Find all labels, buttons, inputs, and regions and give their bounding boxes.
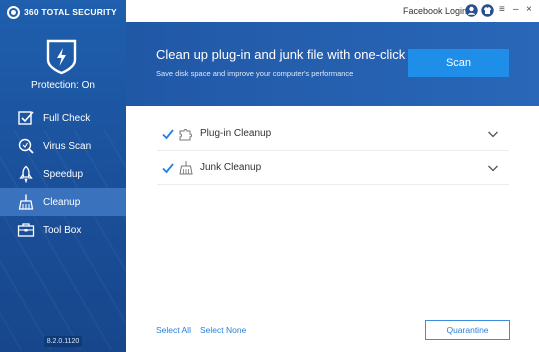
- select-all-link[interactable]: Select All: [156, 325, 191, 335]
- sidebar-item-full-check[interactable]: Full Check: [0, 104, 126, 132]
- sidebar-item-label: Full Check: [43, 112, 91, 124]
- sidebar-item-label: Virus Scan: [43, 140, 92, 152]
- checkmark-icon[interactable]: [162, 162, 174, 174]
- minimize-button[interactable]: –: [513, 4, 519, 16]
- title-bar: Facebook Login ≡ – ×: [126, 0, 539, 22]
- banner-subtitle: Save disk space and improve your compute…: [156, 69, 354, 78]
- sidebar-item-label: Tool Box: [43, 224, 82, 236]
- chevron-down-icon[interactable]: [487, 162, 499, 174]
- list-item-junk-cleanup[interactable]: Junk Cleanup: [157, 151, 509, 185]
- version-label: 8.2.0.1120: [44, 336, 82, 347]
- sidebar-item-cleanup[interactable]: Cleanup: [0, 188, 126, 216]
- user-icon[interactable]: [465, 4, 478, 17]
- cleanup-banner: Clean up plug-in and junk file with one-…: [126, 22, 539, 106]
- app-logo: 360 TOTAL SECURITY: [7, 5, 117, 19]
- checkbox-icon: [16, 108, 36, 128]
- cleanup-list: Plug-in Cleanup Junk Cleanup: [157, 117, 509, 185]
- shirt-icon[interactable]: [481, 4, 494, 17]
- sidebar-item-speedup[interactable]: Speedup: [0, 160, 126, 188]
- sidebar-item-tool-box[interactable]: Tool Box: [0, 216, 126, 244]
- list-item-label: Plug-in Cleanup: [200, 128, 272, 139]
- broom-icon: [16, 192, 36, 212]
- broom-icon: [179, 160, 193, 174]
- list-item-plugin-cleanup[interactable]: Plug-in Cleanup: [157, 117, 509, 151]
- select-none-link[interactable]: Select None: [200, 325, 246, 335]
- list-item-label: Junk Cleanup: [200, 162, 262, 173]
- sidebar: 360 TOTAL SECURITY Protection: On Full C…: [0, 0, 126, 352]
- checkmark-icon[interactable]: [162, 128, 174, 140]
- toolbox-icon: [16, 220, 36, 240]
- shield-icon: [46, 39, 77, 75]
- sidebar-item-label: Speedup: [43, 168, 84, 180]
- protection-status: Protection: On: [31, 80, 95, 91]
- menu-button[interactable]: ≡: [499, 4, 505, 16]
- logo-icon: [7, 5, 20, 19]
- sidebar-item-label: Cleanup: [43, 196, 81, 208]
- facebook-login-link[interactable]: Facebook Login: [403, 6, 467, 16]
- sidebar-nav: Full Check Virus Scan Speedup Cleanup To…: [0, 104, 126, 244]
- quarantine-button[interactable]: Quarantine: [425, 320, 510, 340]
- rocket-icon: [16, 164, 36, 184]
- chevron-down-icon[interactable]: [487, 128, 499, 140]
- search-icon: [16, 136, 36, 156]
- app-logo-text: 360 TOTAL SECURITY: [24, 7, 117, 17]
- banner-title: Clean up plug-in and junk file with one-…: [156, 47, 406, 62]
- puzzle-icon: [179, 128, 192, 140]
- sidebar-item-virus-scan[interactable]: Virus Scan: [0, 132, 126, 160]
- scan-button[interactable]: Scan: [408, 49, 509, 77]
- close-button[interactable]: ×: [526, 4, 532, 16]
